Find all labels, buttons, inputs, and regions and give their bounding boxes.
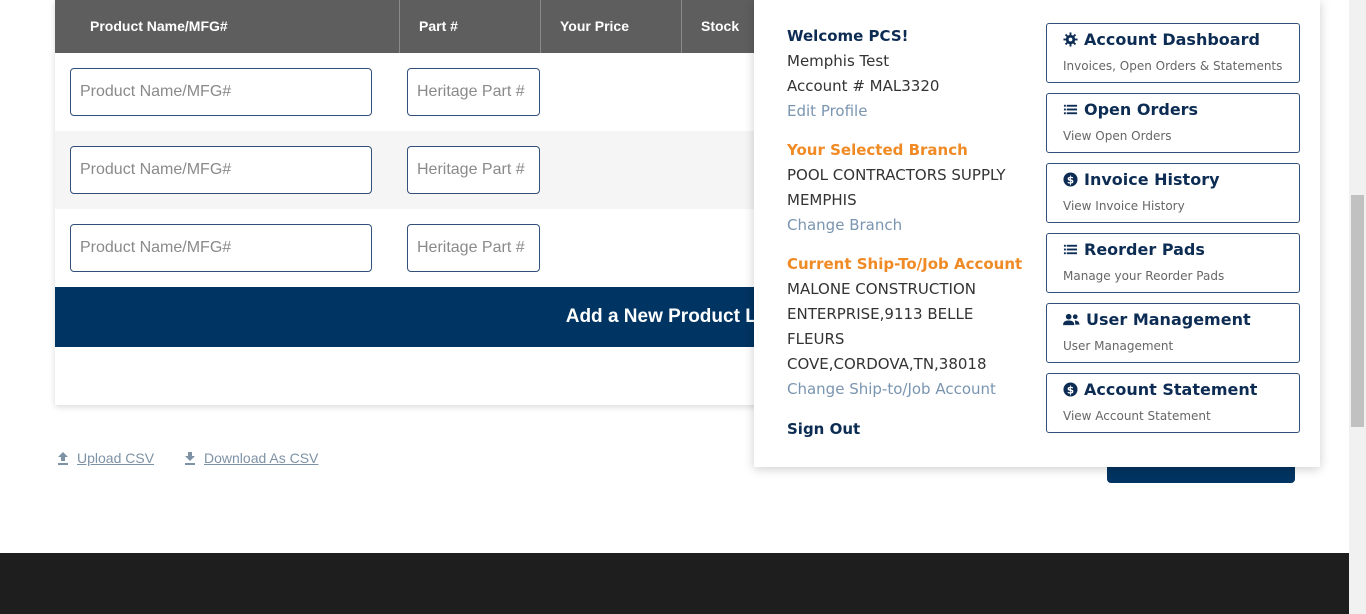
- users-icon: [1063, 313, 1080, 326]
- menu-item-title: Open Orders: [1084, 100, 1199, 119]
- part-number-input[interactable]: [407, 224, 540, 272]
- menu-item-subtitle: Invoices, Open Orders & Statements: [1063, 59, 1283, 73]
- menu-item-subtitle: View Invoice History: [1063, 199, 1185, 213]
- download-icon: [185, 451, 195, 465]
- upload-csv-link[interactable]: Upload CSV: [57, 450, 154, 466]
- branch-heading: Your Selected Branch: [787, 141, 968, 159]
- part-number-input[interactable]: [407, 68, 540, 116]
- menu-item-subtitle: View Open Orders: [1063, 129, 1172, 143]
- menu-item-subtitle: Manage your Reorder Pads: [1063, 269, 1225, 283]
- user-name: Memphis Test: [787, 52, 890, 70]
- shipto-line: MALONE CONSTRUCTION: [787, 280, 976, 298]
- account-number: Account # MAL3320: [787, 77, 940, 95]
- download-csv-link[interactable]: Download As CSV: [184, 450, 318, 466]
- menu-item-title: Reorder Pads: [1084, 240, 1205, 259]
- menu-item-title: Invoice History: [1084, 170, 1220, 189]
- welcome-heading: Welcome PCS!: [787, 27, 909, 45]
- list-icon: [1063, 244, 1078, 255]
- invoice-history-button[interactable]: $ Invoice History View Invoice History: [1046, 163, 1300, 223]
- sign-out-link[interactable]: Sign Out: [787, 417, 1027, 442]
- header-part-number: Part #: [400, 0, 541, 53]
- menu-item-subtitle: User Management: [1063, 339, 1174, 353]
- account-dashboard-button[interactable]: Account Dashboard Invoices, Open Orders …: [1046, 23, 1300, 83]
- product-name-input[interactable]: [70, 224, 372, 272]
- shipto-line: FLEURS: [787, 330, 845, 348]
- dollar-icon: $: [1063, 382, 1078, 397]
- branch-name-line: MEMPHIS: [787, 191, 857, 209]
- shipto-heading: Current Ship-To/Job Account: [787, 255, 1023, 273]
- edit-profile-link[interactable]: Edit Profile: [787, 99, 1027, 124]
- user-management-button[interactable]: User Management User Management: [1046, 303, 1300, 363]
- gear-icon: [1063, 32, 1078, 47]
- list-icon: [1063, 104, 1078, 115]
- menu-item-subtitle: View Account Statement: [1063, 409, 1211, 423]
- product-name-input[interactable]: [70, 68, 372, 116]
- svg-text:$: $: [1067, 384, 1074, 396]
- upload-csv-label: Upload CSV: [77, 450, 155, 466]
- reorder-pads-button[interactable]: Reorder Pads Manage your Reorder Pads: [1046, 233, 1300, 293]
- page-scrollbar[interactable]: [1349, 0, 1366, 614]
- shipto-line: ENTERPRISE,9113 BELLE: [787, 305, 974, 323]
- menu-item-title: User Management: [1086, 310, 1251, 329]
- header-product-name: Product Name/MFG#: [55, 0, 400, 53]
- account-info: Welcome PCS! Memphis Test Account # MAL3…: [787, 24, 1027, 442]
- change-branch-link[interactable]: Change Branch: [787, 213, 1027, 238]
- product-name-input[interactable]: [70, 146, 372, 194]
- upload-icon: [58, 451, 68, 465]
- dollar-icon: $: [1063, 172, 1078, 187]
- menu-item-title: Account Dashboard: [1084, 30, 1260, 49]
- account-statement-button[interactable]: $ Account Statement View Account Stateme…: [1046, 373, 1300, 433]
- menu-item-title: Account Statement: [1084, 380, 1258, 399]
- part-number-input[interactable]: [407, 146, 540, 194]
- branch-name-line: POOL CONTRACTORS SUPPLY: [787, 166, 1006, 184]
- header-your-price: Your Price: [541, 0, 682, 53]
- open-orders-button[interactable]: Open Orders View Open Orders: [1046, 93, 1300, 153]
- svg-text:$: $: [1067, 174, 1074, 186]
- scrollbar-thumb[interactable]: [1351, 195, 1364, 427]
- change-shipto-link[interactable]: Change Ship-to/Job Account: [787, 377, 1027, 402]
- download-csv-label: Download As CSV: [204, 450, 319, 466]
- account-dropdown: Welcome PCS! Memphis Test Account # MAL3…: [754, 0, 1320, 467]
- shipto-line: COVE,CORDOVA,TN,38018: [787, 355, 987, 373]
- page-footer: [0, 553, 1349, 614]
